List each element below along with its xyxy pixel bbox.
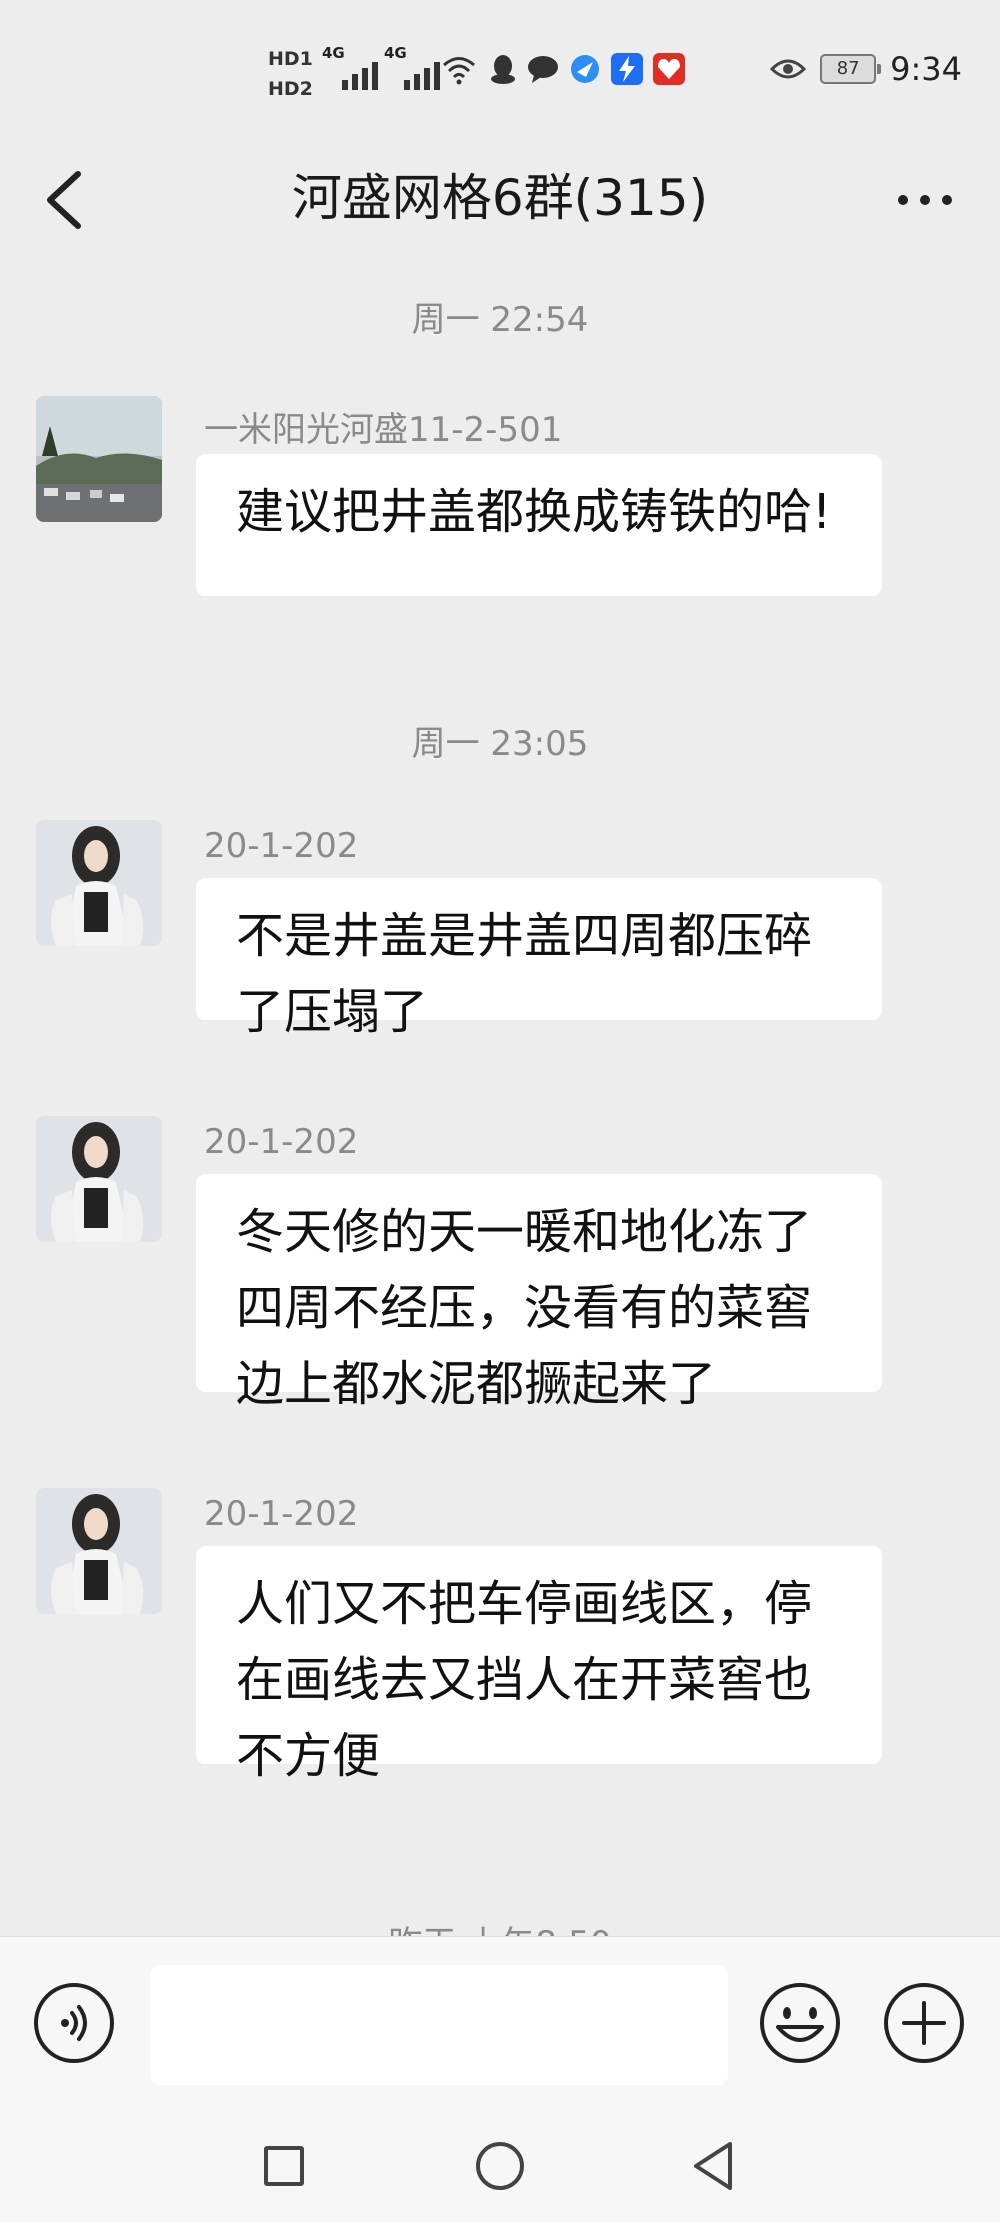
message-bubble[interactable]: 人们又不把车停画线区，停在画线去又挡人在开菜窖也不方便 bbox=[196, 1546, 882, 1784]
message-list[interactable]: 周一 22:54 一米阳光河盛11-2-501 建议把井盖都换成铸铁的哈! 周一… bbox=[0, 260, 1000, 1936]
hd2-label: HD2 bbox=[268, 78, 313, 100]
chat-title: 河盛网格6群(315) bbox=[291, 169, 709, 227]
time-separator: 昨天 上午8:50 bbox=[0, 1916, 1000, 1936]
circle-icon[interactable] bbox=[476, 2142, 524, 2190]
sender-name: 一米阳光河盛11-2-501 bbox=[204, 410, 563, 450]
message-bubble[interactable]: 建议把井盖都换成铸铁的哈! bbox=[196, 454, 882, 596]
sig1-label: 4G bbox=[322, 44, 345, 62]
sig2-label: 4G bbox=[384, 44, 407, 62]
wifi-icon bbox=[443, 57, 475, 85]
status-right: 87 9:34 bbox=[770, 50, 962, 88]
clock: 9:34 bbox=[890, 50, 962, 88]
smiley-icon[interactable] bbox=[758, 1981, 842, 2065]
avatar[interactable] bbox=[36, 820, 162, 946]
sender-name: 20-1-202 bbox=[204, 1494, 359, 1534]
battery-indicator: 87 bbox=[820, 54, 882, 84]
avatar[interactable] bbox=[36, 1488, 162, 1614]
plus-icon[interactable] bbox=[884, 1983, 964, 2063]
message-bubble[interactable]: 不是井盖是井盖四周都压碎了压塌了 bbox=[196, 878, 882, 1040]
more-dots-icon[interactable] bbox=[890, 178, 960, 222]
browser-icon bbox=[571, 55, 599, 83]
input-bar bbox=[0, 1936, 1000, 2117]
avatar[interactable] bbox=[36, 396, 162, 522]
hd-indicator: HD1 HD2 bbox=[268, 44, 313, 104]
hd1-label: HD1 bbox=[268, 48, 313, 70]
system-navigation bbox=[0, 2116, 1000, 2222]
sender-name: 20-1-202 bbox=[204, 1122, 359, 1162]
status-bar: HD1 HD2 4G 4G 87 9:34 bbox=[0, 0, 1000, 140]
signal-icon-2: 4G bbox=[384, 44, 440, 90]
message-bubble[interactable]: 冬天修的天一暖和地化冻了四周不经压，没看有的菜窖边上都水泥都撅起来了 bbox=[196, 1174, 882, 1412]
chat-bubble-icon bbox=[528, 56, 558, 83]
time-separator: 周一 22:54 bbox=[411, 300, 589, 340]
signal-icon: 4G bbox=[322, 44, 378, 90]
chat-header: 河盛网格6群(315) bbox=[0, 140, 1000, 260]
voice-icon[interactable] bbox=[34, 1983, 114, 2063]
eye-icon bbox=[770, 59, 807, 79]
avatar[interactable] bbox=[36, 1116, 162, 1242]
pinduoduo-icon bbox=[653, 53, 685, 85]
message-input[interactable] bbox=[150, 1965, 728, 2085]
triangle-back-icon[interactable] bbox=[690, 2140, 736, 2192]
qq-icon bbox=[491, 55, 515, 84]
sender-name: 20-1-202 bbox=[204, 826, 359, 866]
square-icon[interactable] bbox=[264, 2146, 304, 2186]
time-separator: 周一 23:05 bbox=[411, 724, 589, 764]
flash-app-icon bbox=[611, 53, 643, 85]
